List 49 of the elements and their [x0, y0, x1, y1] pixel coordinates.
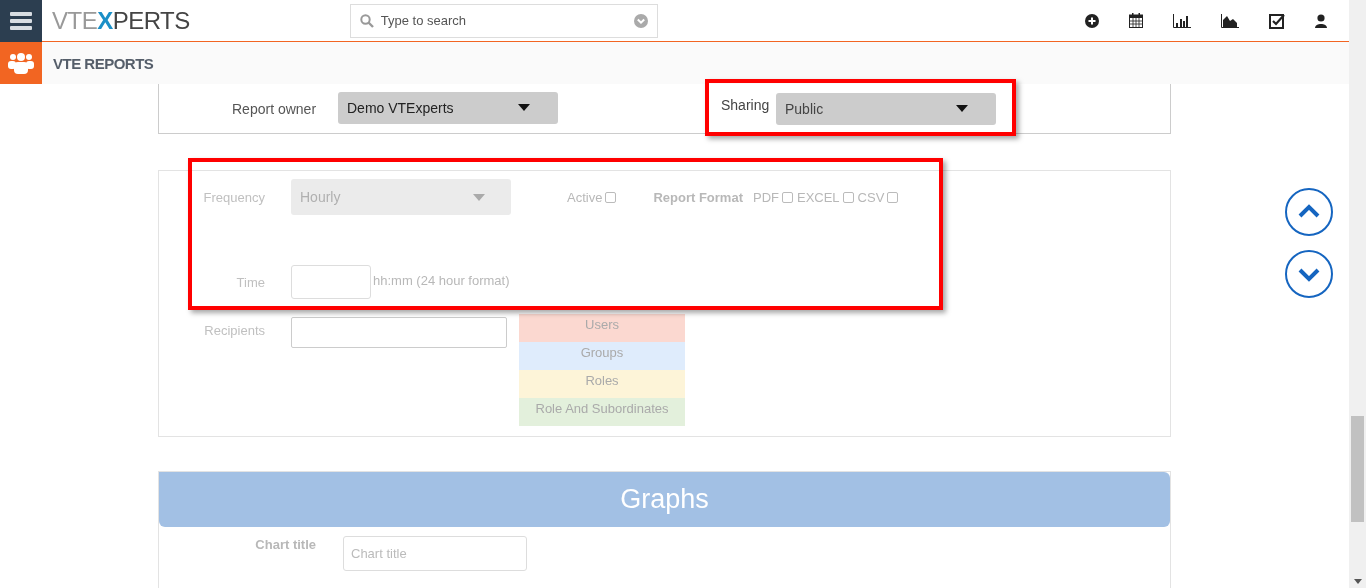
search-field[interactable]: Type to search	[349, 3, 658, 38]
recipients-label: Recipients	[203, 323, 265, 338]
format-option-label: CSV	[857, 189, 885, 205]
caret-icon	[473, 193, 485, 201]
time-format-hint: hh:mm (24 hour format)	[373, 272, 510, 288]
sharing-select[interactable]: Public	[776, 92, 996, 125]
frequency-label: Frequency	[202, 189, 265, 205]
menu-button[interactable]	[0, 0, 42, 42]
sharing-label: Sharing	[721, 96, 771, 113]
format-checkbox[interactable]	[842, 191, 854, 203]
caret-icon	[956, 105, 968, 112]
graphs-header: Graphs	[159, 472, 1170, 527]
recipients-field[interactable]	[291, 317, 507, 348]
scroll-down-button[interactable]	[1285, 250, 1333, 298]
report-owner-select[interactable]: Demo VTExperts	[338, 91, 558, 124]
report-owner-label: Report owner	[232, 100, 318, 117]
format-option-label: EXCEL	[796, 189, 840, 205]
scroll-arrow-icon[interactable]	[1354, 579, 1362, 584]
add-icon[interactable]	[1085, 13, 1099, 28]
report-format-label: Report Format	[653, 189, 743, 205]
format-option-label: PDF	[752, 189, 779, 205]
active-checkbox[interactable]	[605, 191, 617, 203]
scrollbar[interactable]	[1349, 0, 1366, 588]
logo: VTEXPERTS	[52, 6, 190, 35]
dropdown-icon	[633, 13, 648, 28]
format-checkbox[interactable]	[887, 191, 899, 203]
module-title: VTE REPORTS	[53, 54, 154, 72]
user-icon[interactable]	[1315, 13, 1327, 28]
frequency-select[interactable]: Hourly	[291, 179, 511, 215]
time-field[interactable]	[291, 265, 371, 299]
menu-icon	[10, 11, 32, 30]
chart-title-field[interactable]: Chart title	[343, 536, 527, 571]
bar-chart-icon[interactable]	[1173, 13, 1191, 28]
active-label: Active	[567, 189, 603, 205]
recipient-type-option[interactable]: Role And Subordinates	[519, 398, 685, 426]
users-icon	[8, 52, 34, 74]
chart-title-label: Chart title	[254, 537, 316, 552]
recipient-type-option[interactable]: Roles	[519, 370, 685, 398]
checkbox-icon[interactable]	[1269, 12, 1285, 29]
recipient-type-option[interactable]: Groups	[519, 342, 685, 370]
time-label: Time	[235, 274, 265, 290]
search-icon	[359, 13, 374, 28]
scroll-up-button[interactable]	[1285, 188, 1333, 236]
calendar-icon[interactable]	[1129, 13, 1143, 28]
format-checkbox[interactable]	[781, 191, 793, 203]
area-chart-icon[interactable]	[1221, 13, 1239, 28]
scrollbar-thumb[interactable]	[1351, 416, 1364, 522]
recipient-type-option[interactable]: Users	[519, 314, 685, 342]
caret-icon	[518, 104, 530, 111]
